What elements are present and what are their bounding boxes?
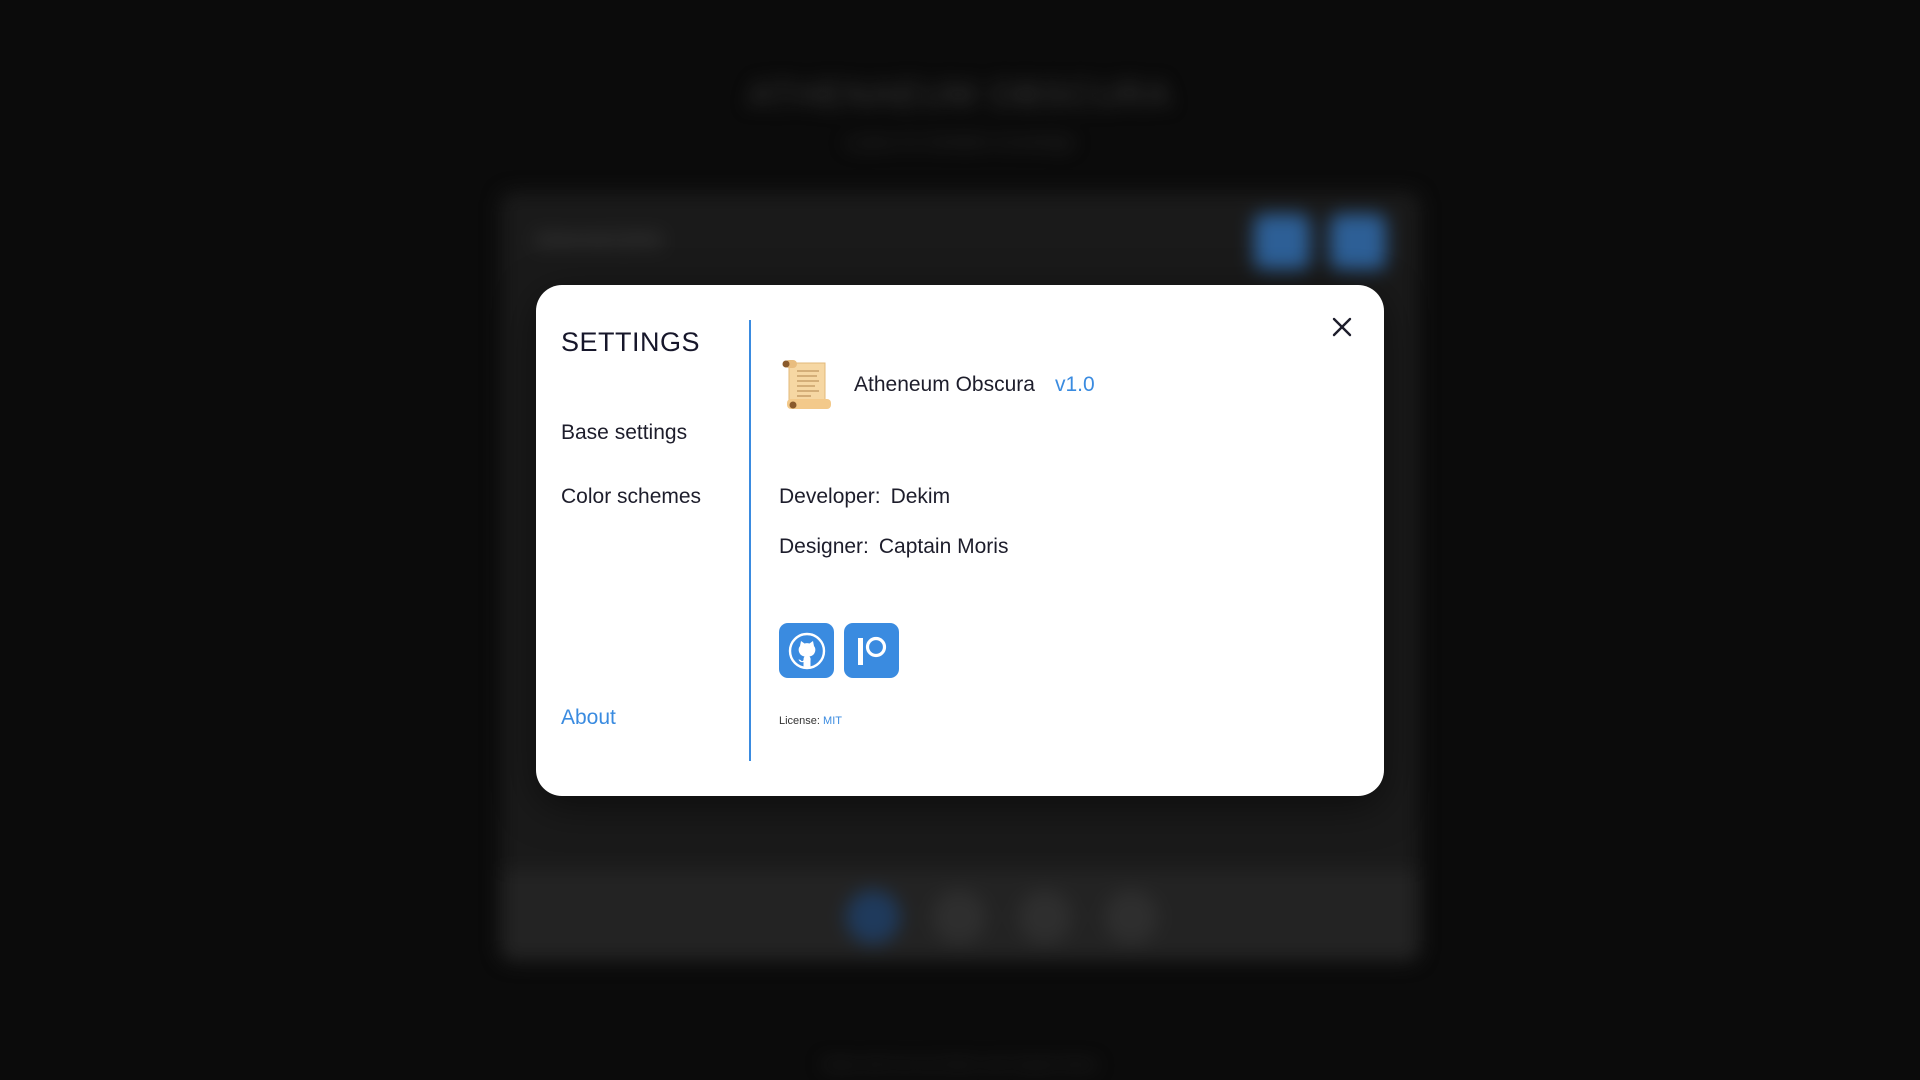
license-label: License: <box>779 715 820 727</box>
menu-item-about[interactable]: About <box>561 706 616 730</box>
bg-nav-dot-1 <box>846 890 900 944</box>
app-version: v1.0 <box>1054 373 1095 396</box>
bg-app-title: ATHENAEUM OBSCURA <box>748 76 1172 114</box>
bg-footer: Made with love by Dekim and Captain Mori… <box>823 1056 1097 1072</box>
bg-nav-dot-4 <box>1104 890 1158 944</box>
about-panel: Atheneum Obscura v1.0 Developer: Dekim De… <box>779 285 1339 796</box>
developer-name: Dekim <box>890 485 951 508</box>
patreon-button[interactable] <box>844 623 899 678</box>
settings-title: SETTINGS <box>561 327 701 357</box>
designer-name: Captain Moris <box>878 535 1009 558</box>
sidebar-divider <box>749 320 751 761</box>
patreon-icon <box>857 636 886 665</box>
bg-action-button-2 <box>1330 214 1386 270</box>
license-info: License: MIT <box>779 715 842 727</box>
app-name: Atheneum Obscura <box>854 373 1035 396</box>
bg-nav-dot-2 <box>932 890 986 944</box>
designer-label: Designer: <box>779 535 869 558</box>
social-links <box>779 623 909 678</box>
designer-row: Designer: Captain Moris <box>779 535 1008 559</box>
github-button[interactable] <box>779 623 834 678</box>
license-link[interactable]: MIT <box>823 715 842 727</box>
bg-action-button-1 <box>1254 214 1310 270</box>
developer-row: Developer: Dekim <box>779 485 950 509</box>
menu-item-base-settings[interactable]: Base settings <box>561 421 687 445</box>
github-icon <box>788 632 825 669</box>
menu-item-color-schemes[interactable]: Color schemes <box>561 485 701 509</box>
bg-app-subtitle: a place for forbidden knowledge <box>846 134 1074 151</box>
developer-label: Developer: <box>779 485 881 508</box>
bg-card-label: ENHANCERS <box>536 230 663 252</box>
settings-sidebar: SETTINGS Base settings Color schemes Abo… <box>561 285 761 796</box>
bg-nav-dot-3 <box>1018 890 1072 944</box>
settings-modal: SETTINGS Base settings Color schemes Abo… <box>536 285 1384 796</box>
scroll-icon <box>782 360 831 409</box>
app-header: Atheneum Obscura v1.0 <box>779 357 1095 413</box>
